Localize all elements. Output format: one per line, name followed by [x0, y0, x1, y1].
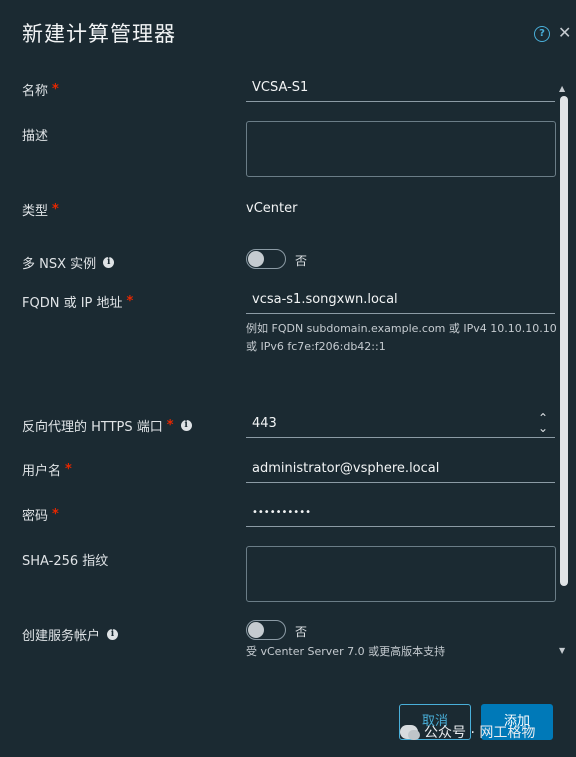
- username-label: 用户名 *: [22, 460, 72, 479]
- https-port-label: 反向代理的 HTTPS 端口 * i: [22, 416, 192, 435]
- toggle-knob: [248, 251, 264, 267]
- name-input[interactable]: VCSA-S1: [246, 74, 555, 102]
- required-marker: *: [52, 507, 59, 522]
- type-label-text: 类型: [22, 204, 49, 219]
- sha256-textarea[interactable]: [246, 546, 556, 602]
- description-textarea[interactable]: [246, 121, 556, 177]
- type-value: vCenter: [246, 201, 298, 216]
- scroll-up-icon[interactable]: ▲: [559, 84, 565, 93]
- fqdn-label: FQDN 或 IP 地址 *: [22, 292, 133, 311]
- username-input[interactable]: administrator@vsphere.local: [246, 455, 555, 483]
- required-marker: *: [52, 82, 59, 97]
- info-icon[interactable]: i: [180, 420, 192, 431]
- service-account-label: 创建服务帐户 i: [22, 625, 119, 644]
- scrollbar[interactable]: ▲ ▼: [559, 84, 569, 660]
- username-label-text: 用户名: [22, 464, 62, 479]
- toggle-knob: [248, 622, 264, 638]
- required-marker: *: [65, 462, 72, 477]
- service-account-toggle-text: 否: [295, 625, 308, 639]
- required-marker: *: [166, 418, 174, 433]
- description-label-text: 描述: [22, 129, 49, 144]
- name-label: 名称 *: [22, 80, 59, 99]
- password-label-text: 密码: [22, 509, 49, 524]
- password-label: 密码 *: [22, 505, 59, 524]
- required-marker: *: [126, 294, 134, 309]
- scrollbar-thumb[interactable]: [560, 96, 568, 586]
- multi-nsx-label-text: 多 NSX 实例: [22, 257, 97, 272]
- password-input[interactable]: ••••••••••: [246, 499, 555, 527]
- sha256-label: SHA-256 指纹: [22, 550, 108, 569]
- multi-nsx-toggle-text: 否: [295, 254, 308, 268]
- fqdn-input[interactable]: vcsa-s1.songxwn.local: [246, 286, 555, 314]
- stepper-icon[interactable]: ⌃ ⌄: [538, 412, 548, 434]
- name-label-text: 名称: [22, 84, 49, 99]
- https-port-input[interactable]: 443: [246, 410, 555, 438]
- service-account-toggle[interactable]: [246, 620, 286, 640]
- fqdn-label-text: FQDN 或 IP 地址: [22, 296, 123, 311]
- info-icon[interactable]: i: [107, 629, 119, 640]
- info-icon[interactable]: i: [103, 257, 115, 268]
- close-icon[interactable]: ✕: [558, 23, 571, 43]
- service-account-label-text: 创建服务帐户: [22, 629, 101, 644]
- scroll-down-icon[interactable]: ▼: [559, 646, 565, 655]
- multi-nsx-label: 多 NSX 实例 i: [22, 253, 115, 272]
- watermark: 公众号 · 网工格物: [400, 722, 535, 742]
- description-label: 描述: [22, 125, 48, 144]
- required-marker: *: [52, 202, 59, 217]
- dialog-title: 新建计算管理器: [22, 22, 176, 46]
- help-icon[interactable]: ?: [534, 26, 550, 42]
- multi-nsx-toggle[interactable]: [246, 249, 286, 269]
- type-label: 类型 *: [22, 200, 59, 219]
- sha256-label-text: SHA-256 指纹: [22, 554, 109, 569]
- https-port-label-text: 反向代理的 HTTPS 端口: [22, 420, 163, 435]
- service-account-helper-text: 受 vCenter Server 7.0 或更高版本支持: [246, 645, 446, 658]
- watermark-text: 公众号 · 网工格物: [424, 725, 536, 741]
- fqdn-helper-text: 例如 FQDN subdomain.example.com 或 IPv4 10.…: [246, 322, 557, 353]
- wechat-icon: [400, 725, 420, 740]
- compute-manager-dialog: 新建计算管理器 ? ✕ 名称 * VCSA-S1 描述 类型 * vCenter…: [0, 0, 576, 757]
